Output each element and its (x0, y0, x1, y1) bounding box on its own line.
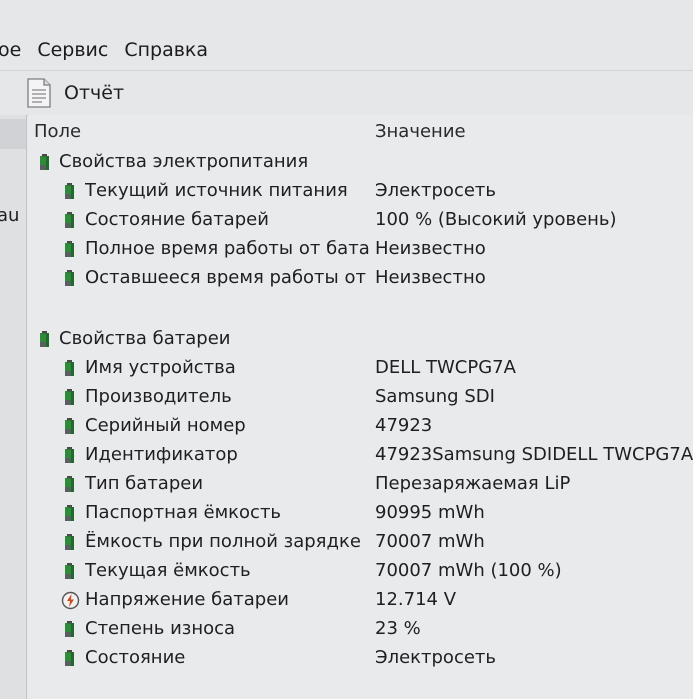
navigation-panel[interactable]: au (0, 115, 27, 699)
field-label: Имя устройства (85, 357, 236, 378)
menu-bar: ое Сервис Справка (0, 32, 693, 68)
battery-icon (65, 241, 74, 257)
list-item[interactable]: Серийный номер 47923 (28, 412, 693, 441)
field-value: 70007 mWh (375, 531, 485, 552)
battery-icon (65, 389, 74, 405)
field-label: Состояние батарей (85, 209, 269, 230)
battery-icon (65, 447, 74, 463)
field-label: Тип батареи (85, 473, 204, 494)
field-label: Степень износа (85, 618, 236, 639)
field-value: 12.714 V (375, 589, 457, 610)
list-item[interactable]: Текущая ёмкость 70007 mWh (100 %) (28, 557, 693, 586)
field-label: Ёмкость при полной зарядке (85, 531, 361, 552)
field-value: Электросеть (375, 180, 497, 201)
group-title: Свойства батареи (59, 328, 231, 349)
column-header-field[interactable]: Поле (34, 121, 81, 142)
group-battery-properties[interactable]: Свойства батареи (28, 325, 693, 354)
field-label: Производитель (85, 386, 232, 407)
list-item[interactable]: Состояние Электросеть (28, 644, 693, 673)
battery-icon (65, 650, 74, 666)
list-item[interactable]: Идентификатор 47923Samsung SDIDELL TWCPG… (28, 441, 693, 470)
battery-icon (65, 505, 74, 521)
field-value: Неизвестно (375, 238, 486, 259)
list-item[interactable]: Производитель Samsung SDI (28, 383, 693, 412)
field-label: Серийный номер (85, 415, 246, 436)
list-item[interactable]: Ёмкость при полной зарядке 70007 mWh (28, 528, 693, 557)
battery-icon (65, 621, 74, 637)
navigation-item-partial[interactable]: au (0, 205, 19, 226)
field-label: Текущий источник питания (85, 180, 348, 201)
list-item[interactable]: Напряжение батареи 12.714 V (28, 586, 693, 615)
battery-icon (65, 270, 74, 286)
field-label: Состояние (85, 647, 186, 668)
voltage-icon (61, 591, 80, 610)
field-label: Паспортная ёмкость (85, 502, 282, 523)
field-value: Электросеть (375, 647, 497, 668)
field-label: Оставшееся время работы от ... (85, 267, 370, 288)
field-value: 47923 (375, 415, 433, 436)
group-power-properties[interactable]: Свойства электропитания (28, 148, 693, 177)
field-label: Напряжение батареи (85, 589, 289, 610)
list-item[interactable]: Паспортная ёмкость 90995 mWh (28, 499, 693, 528)
list-item[interactable]: Тип батареи Перезаряжаемая LiP (28, 470, 693, 499)
field-label: Полное время работы от бата... (85, 238, 370, 259)
field-label: Текущая ёмкость (85, 560, 251, 581)
battery-icon (65, 183, 74, 199)
list-item[interactable]: Оставшееся время работы от ... Неизвестн… (28, 264, 693, 293)
field-value: 23 % (375, 618, 421, 639)
field-value: Перезаряжаемая LiP (375, 473, 571, 494)
details-list[interactable]: Поле Значение Свойства электропитания Те… (28, 115, 693, 699)
battery-icon (65, 534, 74, 550)
field-value: Неизвестно (375, 267, 486, 288)
field-value: 70007 mWh (100 %) (375, 560, 562, 581)
field-label: Идентификатор (85, 444, 238, 465)
battery-icon (65, 563, 74, 579)
field-value: 90995 mWh (375, 502, 485, 523)
group-title: Свойства электропитания (59, 151, 309, 172)
battery-icon (65, 212, 74, 228)
battery-icon (40, 154, 49, 170)
battery-icon (65, 360, 74, 376)
field-value: Samsung SDI (375, 386, 495, 407)
field-value: DELL TWCPG7A (375, 357, 516, 378)
menu-item-partial[interactable]: ое (0, 39, 29, 61)
report-button-label: Отчёт (64, 82, 125, 104)
list-item[interactable]: Имя устройства DELL TWCPG7A (28, 354, 693, 383)
list-item[interactable]: Текущий источник питания Электросеть (28, 177, 693, 206)
report-button[interactable]: Отчёт (26, 76, 124, 110)
battery-icon (40, 331, 49, 347)
menu-item-help[interactable]: Справка (116, 39, 216, 61)
toolbar: Отчёт (0, 70, 693, 116)
document-icon (27, 78, 51, 108)
battery-icon (65, 418, 74, 434)
navigation-selection[interactable] (0, 119, 26, 149)
column-header-value[interactable]: Значение (375, 121, 466, 142)
field-value: 47923Samsung SDIDELL TWCPG7A (375, 444, 693, 465)
list-item[interactable]: Состояние батарей 100 % (Высокий уровень… (28, 206, 693, 235)
list-item[interactable]: Степень износа 23 % (28, 615, 693, 644)
field-value: 100 % (Высокий уровень) (375, 209, 617, 230)
menu-item-service[interactable]: Сервис (29, 39, 116, 61)
battery-icon (65, 476, 74, 492)
list-item[interactable]: Полное время работы от бата... Неизвестн… (28, 235, 693, 264)
